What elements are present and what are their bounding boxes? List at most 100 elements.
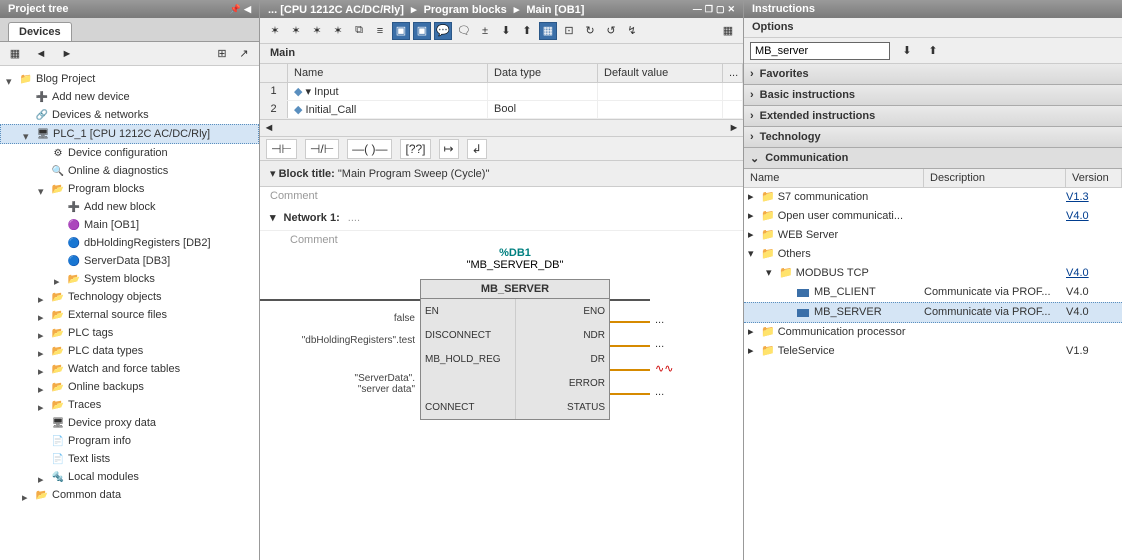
tree-item[interactable]: 📂Technology objects <box>0 288 259 306</box>
search-down-icon[interactable]: ⬇ <box>898 42 916 60</box>
search-up-icon[interactable]: ⬆ <box>924 42 942 60</box>
cat-row[interactable]: ›Favorites <box>744 64 1122 85</box>
tb-icon[interactable]: ↻ <box>581 22 599 40</box>
network-name[interactable]: .... <box>348 212 360 224</box>
contact-nc-icon[interactable]: ⊣/⊢ <box>305 139 339 159</box>
tri-icon[interactable] <box>784 304 794 321</box>
tree-item[interactable]: ➕Add new device <box>0 88 259 106</box>
inst-version[interactable]: V4.0 <box>1066 208 1122 225</box>
input-connect-b[interactable]: "server data" <box>320 384 415 395</box>
fb-input-port[interactable]: MB_HOLD_REG <box>421 347 515 371</box>
tri-down-icon[interactable] <box>38 184 48 194</box>
inst-row[interactable]: ▾📁Others <box>744 245 1122 264</box>
grid-icon[interactable]: ⊞ <box>213 45 231 63</box>
tri-down-icon[interactable] <box>6 74 16 84</box>
tb-icon[interactable]: ✶ <box>266 22 284 40</box>
tree-item[interactable]: 🔵dbHoldingRegisters [DB2] <box>0 234 259 252</box>
tri-icon[interactable]: ▸ <box>748 208 758 225</box>
inst-version[interactable]: V4.0 <box>1066 304 1122 321</box>
tri-right-icon[interactable] <box>22 490 32 500</box>
fb-block[interactable]: MB_SERVER ENDISCONNECTMB_HOLD_REGCONNECT… <box>420 279 610 420</box>
tree-item[interactable]: 📂Common data <box>0 486 259 504</box>
restore-icon[interactable]: ❐ <box>705 4 713 15</box>
cat-row[interactable]: ›Basic instructions <box>744 85 1122 106</box>
box-icon[interactable]: [??] <box>400 139 430 159</box>
search-input[interactable] <box>750 42 890 60</box>
tree-item[interactable]: 📂Watch and force tables <box>0 360 259 378</box>
tb-icon[interactable]: ↺ <box>602 22 620 40</box>
tri-right-icon[interactable] <box>38 382 48 392</box>
tree-item[interactable]: 📂External source files <box>0 306 259 324</box>
crumb-cpu[interactable]: ... [CPU 1212C AC/DC/Rly] <box>268 4 404 16</box>
inst-row[interactable]: ▸📁S7 communicationV1.3 <box>744 188 1122 207</box>
branch-icon[interactable]: ↦ <box>439 139 459 159</box>
crumb-main[interactable]: Main [OB1] <box>526 4 584 16</box>
tb-icon[interactable]: ▣ <box>392 22 410 40</box>
collapse-left-icon[interactable]: ◀ <box>244 4 251 15</box>
tree-item[interactable]: 📂Program blocks <box>0 180 259 198</box>
tb-icon[interactable]: 🗨 <box>455 22 473 40</box>
tree-item[interactable]: 🖥Device proxy data <box>0 414 259 432</box>
tb-icon[interactable]: ⬇ <box>497 22 515 40</box>
tb-icon[interactable]: ⊡ <box>560 22 578 40</box>
inst-row[interactable]: ▸📁WEB Server <box>744 226 1122 245</box>
tree-item[interactable]: 📂System blocks <box>0 270 259 288</box>
pin-icon[interactable]: 📌 <box>230 4 241 15</box>
tree-item[interactable]: 🟣Main [OB1] <box>0 216 259 234</box>
tb-icon[interactable]: ⧉ <box>350 22 368 40</box>
fb-input-port[interactable]: CONNECT <box>421 395 515 419</box>
grid-row[interactable]: 1◆ ▾ Input <box>260 83 743 101</box>
tree-item[interactable]: 📂Online backups <box>0 378 259 396</box>
tri-down-icon[interactable]: ▾ <box>270 168 276 180</box>
tri-right-icon[interactable] <box>38 364 48 374</box>
tri-icon[interactable]: ▸ <box>748 227 758 244</box>
tree-item[interactable]: 🖥PLC_1 [CPU 1212C AC/DC/Rly] <box>0 124 259 144</box>
add-icon[interactable]: ▦ <box>6 45 24 63</box>
cat-row[interactable]: ›Technology <box>744 127 1122 148</box>
network-body[interactable]: %DB1 "MB_SERVER_DB" MB_SERVER ENDISCONNE… <box>260 249 743 449</box>
block-comment[interactable]: Comment <box>260 187 743 205</box>
close-icon[interactable]: ✕ <box>727 4 735 15</box>
col-more[interactable]: ... <box>723 64 743 82</box>
tri-right-icon[interactable] <box>38 400 48 410</box>
col-def[interactable]: Default value <box>598 64 723 82</box>
tree-item[interactable]: 🔍Online & diagnostics <box>0 162 259 180</box>
tree-item[interactable]: 📂Traces <box>0 396 259 414</box>
tree-item[interactable]: ⚙Device configuration <box>0 144 259 162</box>
fb-output-port[interactable]: NDR <box>516 323 609 347</box>
inst-version[interactable]: V4.0 <box>1066 284 1122 301</box>
inst-version[interactable] <box>1066 227 1122 244</box>
tri-icon[interactable]: ▸ <box>748 324 758 341</box>
fwd-icon[interactable]: ► <box>58 45 76 63</box>
tri-right-icon[interactable] <box>38 472 48 482</box>
maximize-icon[interactable]: ▢ <box>716 4 725 15</box>
fb-input-port[interactable]: EN <box>421 299 515 323</box>
tree-item[interactable]: 📁Blog Project <box>0 70 259 88</box>
tri-right-icon[interactable] <box>38 328 48 338</box>
col-name[interactable]: Name <box>288 64 488 82</box>
tri-right-icon[interactable] <box>54 274 64 284</box>
contact-no-icon[interactable]: ⊣⊢ <box>266 139 297 159</box>
tri-right-icon[interactable] <box>38 346 48 356</box>
tri-icon[interactable]: ▾ <box>748 246 758 263</box>
tri-icon[interactable]: ▸ <box>748 343 758 360</box>
tb-icon[interactable]: ✶ <box>329 22 347 40</box>
crumb-pb[interactable]: Program blocks <box>424 4 507 16</box>
hdr-desc[interactable]: Description <box>924 169 1066 187</box>
inst-version[interactable] <box>1066 324 1122 341</box>
tb-icon[interactable]: 💬 <box>434 22 452 40</box>
fb-output-port[interactable]: ENO <box>516 299 609 323</box>
inst-row[interactable]: MB_CLIENTCommunicate via PROF...V4.0 <box>744 283 1122 302</box>
grid-row[interactable]: 2◆ Initial_CallBool <box>260 101 743 119</box>
tb-icon[interactable]: ▦ <box>539 22 557 40</box>
tb-icon[interactable]: ≡ <box>371 22 389 40</box>
tri-right-icon[interactable] <box>38 292 48 302</box>
tri-down-icon[interactable] <box>23 129 33 139</box>
back-icon[interactable]: ◄ <box>32 45 50 63</box>
network-header[interactable]: ▾ Network 1: .... <box>260 205 743 231</box>
tb-icon[interactable]: ± <box>476 22 494 40</box>
scroll-left-icon[interactable]: ◄ <box>260 122 278 134</box>
hdr-name[interactable]: Name <box>744 169 924 187</box>
scroll-right-icon[interactable]: ► <box>725 122 743 134</box>
fb-output-port[interactable]: STATUS <box>516 395 609 419</box>
